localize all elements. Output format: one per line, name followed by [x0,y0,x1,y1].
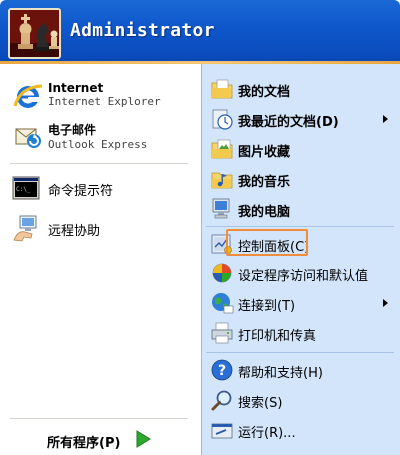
run-icon [210,418,234,442]
pinned-separator [10,163,188,164]
place-label: 设定程序访问和默认值 [238,269,369,284]
place-label: 我的文档 [238,85,291,100]
connect-to-icon [210,291,234,315]
place-label: 我的音乐 [238,175,291,190]
pinned-item-subtitle: Outlook Express [48,138,148,151]
place-label: 连接到(T) [238,299,296,314]
my-documents-icon [210,77,234,101]
place-label: 帮助和支持(H) [238,366,323,381]
command-prompt-icon: C:\_ [12,174,40,202]
svg-text:?: ? [218,363,226,379]
user-avatar[interactable] [8,8,61,59]
places-separator [206,352,394,353]
pinned-item-title: 电子邮件 [48,123,97,137]
ie-icon [12,81,44,113]
submenu-arrow-icon [383,115,388,123]
my-music-icon [210,167,234,191]
pinned-item-internet[interactable]: Internet Internet Explorer [8,78,196,116]
place-my-music[interactable]: 我的音乐 [202,164,398,194]
pinned-item-title: Internet [48,81,104,95]
place-help-support[interactable]: ? 帮助和支持(H) [202,355,398,385]
help-icon: ? [210,358,234,382]
place-my-pictures[interactable]: 图片收藏 [202,134,398,164]
pinned-item-email[interactable]: 电子邮件 Outlook Express [8,118,196,156]
outlook-express-icon [12,121,44,153]
place-printers-faxes[interactable]: 打印机和传真 [202,318,398,348]
printers-icon [210,321,234,345]
start-menu-header: Administrator [0,0,400,64]
recent-item-label: 命令提示符 [48,184,114,199]
program-access-icon [210,261,234,285]
place-my-documents[interactable]: 我的文档 [202,74,398,104]
remote-assistance-icon [12,214,40,244]
place-recent-documents[interactable]: 我最近的文档(D) [202,104,398,134]
username: Administrator [70,20,215,41]
place-label: 搜索(S) [238,396,283,411]
recent-documents-icon [210,107,234,131]
my-computer-icon [210,197,234,221]
recent-item-command-prompt[interactable]: C:\_ 命令提示符 [8,172,196,206]
green-arrow-icon[interactable] [134,430,152,448]
all-programs-label[interactable]: 所有程序(P) [47,432,120,451]
places-separator [206,226,394,227]
place-connect-to[interactable]: 连接到(T) [202,288,398,318]
place-run[interactable]: 运行(R)... [202,415,398,445]
my-pictures-icon [210,137,234,161]
svg-text:C:\_: C:\_ [16,186,31,193]
recent-item-label: 远程协助 [48,224,101,239]
control-panel-highlight [226,229,308,256]
search-icon [210,388,234,412]
place-label: 图片收藏 [238,145,291,160]
chess-pieces-icon [10,10,59,57]
place-label: 运行(R)... [238,426,296,441]
pinned-item-subtitle: Internet Explorer [48,95,161,108]
place-program-access[interactable]: 设定程序访问和默认值 [202,258,398,288]
place-search[interactable]: 搜索(S) [202,385,398,415]
place-label: 打印机和传真 [238,329,317,344]
place-my-computer[interactable]: 我的电脑 [202,194,398,224]
submenu-arrow-icon [383,299,388,307]
all-programs-separator [10,418,188,419]
place-label: 我最近的文档(D) [238,115,339,130]
start-menu: Administrator Internet Internet Explorer [0,0,400,455]
place-label: 我的电脑 [238,205,291,220]
recent-item-remote-assistance[interactable]: 远程协助 [8,212,196,246]
